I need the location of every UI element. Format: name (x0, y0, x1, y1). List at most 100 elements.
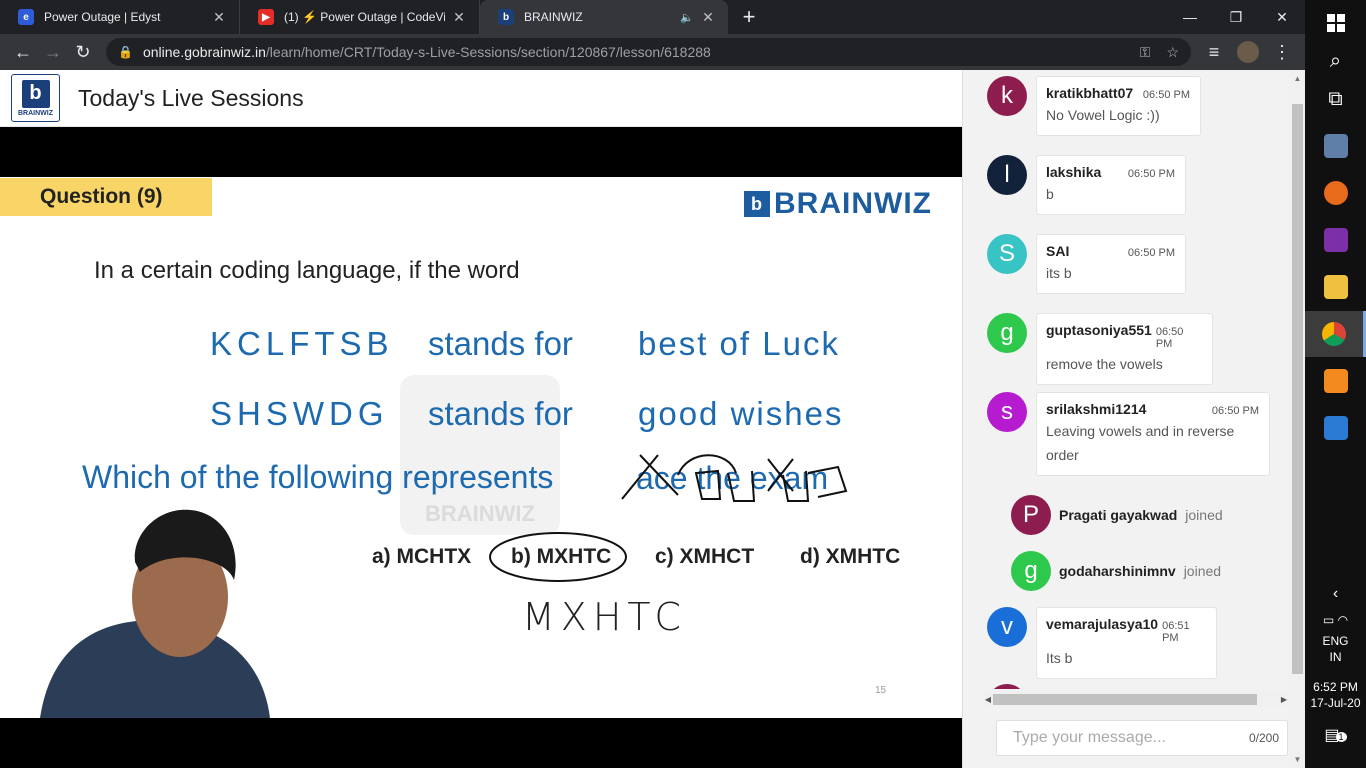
chat-message: k kratikbhatt07 06:50 PM No Vowel Logic :… (987, 76, 1201, 136)
browser-tab-brainwiz[interactable]: b BRAINWIZ 🔈 ✕ (480, 0, 728, 34)
message-bubble: kratikbhatt07 06:50 PM No Vowel Logic :)) (1036, 76, 1201, 136)
camera-app-icon[interactable] (1305, 123, 1366, 169)
joined-user: Pragati gayakwad (1059, 507, 1178, 523)
chat-input-box[interactable]: 0/200 (996, 720, 1288, 756)
onenote-icon[interactable] (1305, 217, 1366, 263)
brainwiz-logo[interactable]: b BRAINWIZ (11, 74, 60, 122)
message-user: SAI (1046, 243, 1070, 259)
scroll-up-icon[interactable]: ▲ (1289, 70, 1306, 87)
task-view-icon[interactable]: ⧉ (1305, 76, 1366, 122)
join-notice: g godaharshinimnv joined (1011, 551, 1221, 591)
avatar: v (987, 607, 1027, 647)
message-bubble: vemarajulasya10 06:51 PM Its b (1036, 607, 1217, 679)
menu-icon[interactable]: ⋮ (1267, 37, 1297, 67)
reload-button[interactable]: ↻ (68, 37, 98, 67)
message-bubble: SAI 06:50 PM its b (1036, 234, 1186, 294)
tab-title: BRAINWIZ (524, 10, 583, 24)
joined-user: godaharshinimnv (1059, 563, 1176, 579)
message-time: 06:51 PM (1162, 620, 1190, 644)
url-host: online.gobrainwiz.in (142, 44, 266, 60)
scroll-thumb[interactable] (1292, 104, 1303, 674)
message-time: 06:50 PM (1211, 405, 1259, 417)
clock-date: 17-Jul-20 (1310, 696, 1361, 710)
network-icon[interactable]: ▭ ◠ (1305, 612, 1366, 628)
chevron-left-icon[interactable]: ‹ (1305, 586, 1366, 602)
url-field[interactable]: 🔒 online.gobrainwiz.in/learn/home/CRT/To… (106, 38, 1191, 66)
close-icon[interactable]: ✕ (700, 9, 716, 25)
edyst-icon: e (18, 9, 34, 25)
browser-tab-strip: e Power Outage | Edyst ✕ ▶ (1) ⚡ Power O… (0, 0, 1305, 34)
meaning-text: good wishes (638, 395, 844, 432)
message-user: srilakshmi1214 (1046, 401, 1147, 417)
avatar: P (1011, 495, 1051, 535)
url-path: /learn/home/CRT/Today-s-Live-Sessions/se… (265, 44, 711, 60)
scroll-right-icon[interactable]: ▶ (1279, 691, 1289, 707)
close-icon[interactable]: ✕ (211, 9, 227, 25)
message-bubble: lakshika 06:50 PM b (1036, 155, 1186, 215)
slide-brand: b BRAINWIZ (744, 187, 932, 221)
char-count: 0/200 (1248, 731, 1279, 745)
clock[interactable]: 6:52 PM 17-Jul-20 (1305, 679, 1366, 711)
photos-icon[interactable] (1305, 405, 1366, 451)
minimize-button[interactable]: — (1167, 0, 1213, 34)
scroll-left-icon[interactable]: ◀ (983, 691, 993, 707)
forward-button[interactable]: → (38, 37, 68, 67)
chat-messages[interactable]: k kratikbhatt07 06:50 PM No Vowel Logic :… (963, 70, 1289, 689)
address-bar: ← → ↻ 🔒 online.gobrainwiz.in/learn/home/… (0, 34, 1305, 70)
back-button[interactable]: ← (8, 37, 38, 67)
question-label: Question (9) (0, 178, 212, 216)
restore-button[interactable]: ❐ (1213, 0, 1259, 34)
new-tab-button[interactable]: + (734, 0, 764, 34)
star-icon[interactable]: ☆ (1166, 44, 1179, 61)
message-text: Leaving vowels and in reverse order (1046, 423, 1235, 463)
page: b BRAINWIZ Today's Live Sessions Questio… (0, 70, 1306, 768)
message-text: b (1046, 186, 1054, 202)
media-control-icon[interactable]: ≡ (1199, 37, 1229, 67)
sublime-icon[interactable] (1305, 358, 1366, 404)
avatar: S (987, 234, 1027, 274)
chat-panel: k kratikbhatt07 06:50 PM No Vowel Logic :… (962, 70, 1306, 768)
page-title: Today's Live Sessions (78, 84, 304, 111)
message-user: kratikbhatt07 (1046, 85, 1134, 101)
video-player[interactable]: Question (9) b BRAINWIZ BRAINWIZ In a ce… (0, 127, 962, 768)
meaning-text: best of Luck (638, 325, 840, 362)
vertical-scrollbar[interactable]: ▲ ▼ (1289, 70, 1306, 768)
message-time: 06:50 PM (1155, 326, 1184, 350)
horizontal-scrollbar[interactable]: ◀ ▶ (983, 691, 1289, 707)
avatar: g (987, 313, 1027, 353)
browser-tab-codevita[interactable]: ▶ (1) ⚡ Power Outage | CodeVita ✕ (240, 0, 480, 34)
firefox-icon[interactable] (1305, 170, 1366, 216)
slide-number: 15 (875, 685, 887, 696)
message-user: vemarajulasya10 (1046, 616, 1159, 632)
annotation-scribble (621, 454, 848, 502)
lock-icon[interactable]: 🔒 (118, 45, 133, 59)
chrome-icon[interactable] (1305, 311, 1366, 357)
speaker-icon[interactable]: 🔈 (680, 11, 694, 24)
message-text: Its b (1046, 650, 1073, 666)
file-explorer-icon[interactable] (1305, 264, 1366, 310)
chat-message: v vemarajulasya10 06:51 PM Its b (987, 607, 1217, 679)
scroll-thumb[interactable] (993, 694, 1257, 705)
chat-message: l lakshika 06:50 PM b (987, 155, 1186, 215)
key-icon[interactable]: ⚿ (1140, 44, 1151, 61)
close-window-button[interactable]: ✕ (1259, 0, 1305, 34)
region-text: IN (1329, 650, 1342, 664)
message-time: 06:50 PM (1127, 168, 1175, 180)
logo-text: BRAINWIZ (18, 109, 53, 117)
language-indicator[interactable]: ENG IN (1305, 633, 1366, 665)
close-icon[interactable]: ✕ (451, 9, 467, 25)
code-word: KCLFTSB (210, 325, 394, 362)
scroll-down-icon[interactable]: ▼ (1289, 751, 1306, 768)
avatar: k (987, 76, 1027, 116)
message-time: 06:50 PM (1127, 247, 1175, 259)
connector-text: stands for (428, 325, 573, 362)
page-header: b BRAINWIZ Today's Live Sessions (0, 70, 962, 127)
browser-tab-edyst[interactable]: e Power Outage | Edyst ✕ (0, 0, 240, 34)
profile-avatar[interactable] (1237, 41, 1259, 63)
message-input[interactable] (1013, 729, 1249, 747)
notification-icon[interactable]: ▤1 (1305, 728, 1366, 745)
tab-title: (1) ⚡ Power Outage | CodeVita (284, 10, 445, 24)
brainwiz-icon: b (744, 191, 771, 217)
lang-text: ENG (1322, 634, 1349, 648)
slide: Question (9) b BRAINWIZ BRAINWIZ In a ce… (0, 177, 962, 718)
